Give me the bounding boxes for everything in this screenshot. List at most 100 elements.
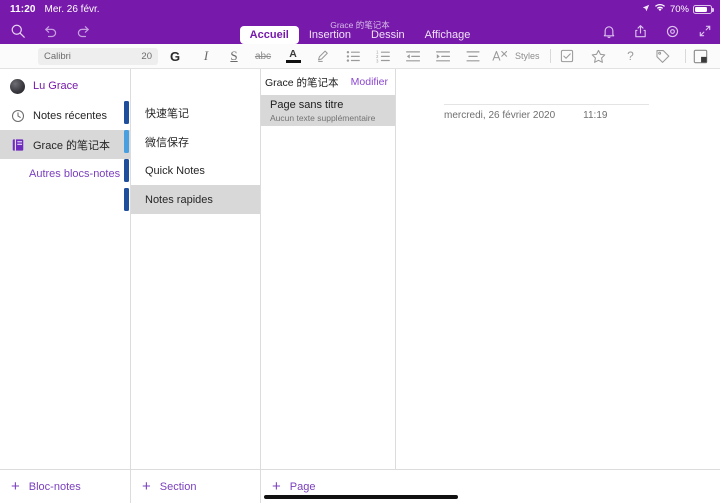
tab-accueil[interactable]: Accueil — [239, 26, 299, 44]
plus-icon: + — [142, 478, 151, 495]
onenote-app-window: 11:20 Mer. 26 févr. 70% Grace 的笔记本 Accue… — [0, 0, 720, 503]
canvas-divider — [444, 104, 649, 105]
underline-button[interactable]: S — [220, 44, 248, 69]
note-time: 11:19 — [583, 110, 608, 121]
avatar — [10, 78, 25, 94]
ribbon-left-icons — [0, 22, 93, 41]
battery-percent: 70% — [669, 3, 689, 15]
account-row[interactable]: Lu Grace — [0, 71, 130, 101]
ribbon-right-icons — [599, 22, 714, 41]
section-color-bar — [124, 159, 129, 182]
section-label: 快速笔记 — [145, 107, 189, 120]
section-color-bar — [124, 130, 129, 153]
undo-icon[interactable] — [41, 22, 60, 41]
status-time: 11:20 — [10, 3, 36, 15]
clear-formatting-icon[interactable] — [488, 44, 512, 69]
section-item-1[interactable]: 微信保存 — [124, 127, 260, 156]
bell-icon[interactable] — [599, 22, 618, 41]
redo-icon[interactable] — [74, 22, 93, 41]
format-toolbar: Calibri 20 G I S abc A 1 2 3 Styles ? — [0, 44, 720, 69]
status-date: Mer. 26 févr. — [44, 3, 100, 15]
plus-icon: + — [272, 478, 281, 495]
underline-label: S — [230, 48, 238, 63]
edit-pages-button[interactable]: Modifier — [351, 76, 388, 88]
wifi-icon — [654, 3, 666, 15]
section-item-0[interactable]: 快速笔记 — [124, 98, 260, 127]
tab-insertion[interactable]: Insertion — [299, 26, 361, 44]
star-icon[interactable] — [583, 44, 615, 69]
tab-dessin[interactable]: Dessin — [361, 26, 415, 44]
font-color-label: A — [289, 48, 297, 60]
add-page-label: Page — [289, 480, 316, 493]
page-list-header: Grace 的笔记本 Modifier — [261, 69, 395, 95]
share-icon[interactable] — [631, 22, 650, 41]
gear-icon[interactable] — [663, 22, 682, 41]
section-item-2[interactable]: Quick Notes — [124, 156, 260, 185]
page-title: Page sans titre — [270, 99, 344, 111]
add-section-label: Section — [159, 480, 197, 493]
other-notebooks-link[interactable]: Autres blocs-notes — [0, 159, 130, 188]
note-metadata: mercredi, 26 février 2020 11:19 — [444, 110, 607, 121]
font-name-value: Calibri — [44, 50, 71, 62]
align-icon[interactable] — [458, 44, 488, 69]
location-arrow-icon — [642, 4, 650, 14]
highlighter-icon[interactable] — [308, 44, 338, 69]
page-list-title: Grace 的笔记本 — [265, 76, 339, 89]
numbered-list-icon[interactable]: 1 2 3 — [368, 44, 398, 69]
home-indicator[interactable] — [264, 495, 458, 499]
increase-indent-icon[interactable] — [428, 44, 458, 69]
add-section-button[interactable]: + Section — [131, 469, 261, 503]
section-list-column: 快速笔记 微信保存 Quick Notes Notes rapides — [124, 69, 261, 469]
italic-label: I — [203, 48, 209, 63]
svg-text:3: 3 — [376, 58, 379, 63]
expand-icon[interactable] — [695, 22, 714, 41]
tab-affichage[interactable]: Affichage — [415, 26, 481, 44]
bold-button[interactable]: G — [158, 44, 192, 69]
status-bar-left: 11:20 Mer. 26 févr. — [0, 4, 100, 15]
strikethrough-button[interactable]: abc — [248, 44, 278, 69]
page-list-column: Grace 的笔记本 Modifier Page sans titre Aucu… — [261, 69, 396, 469]
notebook-icon — [10, 137, 25, 152]
status-bar-right: 70% — [642, 3, 720, 15]
note-canvas[interactable]: mercredi, 26 février 2020 11:19 知乎 @陆六六 — [396, 69, 720, 490]
tag-icon[interactable] — [647, 44, 679, 69]
sticky-note-icon[interactable] — [686, 44, 716, 69]
sidebar-item-label: Grace 的笔记本 — [33, 139, 111, 152]
ribbon-tabs: Accueil Insertion Dessin Affichage — [239, 26, 481, 44]
search-icon[interactable] — [8, 22, 27, 41]
main-body: Lu Grace Notes récentes Grace 的笔记本 Autre… — [0, 69, 720, 490]
section-color-bar — [124, 101, 129, 124]
font-color-swatch — [285, 60, 301, 63]
strikethrough-label: abc — [254, 50, 272, 62]
account-name: Lu Grace — [33, 80, 79, 92]
section-label: 微信保存 — [145, 136, 189, 149]
bottom-action-bar: + Bloc-notes + Section + Page — [0, 469, 720, 503]
decrease-indent-icon[interactable] — [398, 44, 428, 69]
section-label: Quick Notes — [145, 164, 205, 177]
bullet-list-icon[interactable] — [338, 44, 368, 69]
help-icon[interactable]: ? — [615, 44, 647, 69]
add-notebook-label: Bloc-notes — [28, 480, 81, 493]
ribbon-bar: Grace 的笔记本 Accueil Insertion Dessin Affi… — [0, 18, 720, 44]
styles-button[interactable]: Styles — [512, 44, 540, 69]
font-selector[interactable]: Calibri 20 — [38, 47, 158, 65]
styles-label: Styles — [515, 51, 540, 61]
battery-icon — [693, 4, 714, 14]
section-item-3[interactable]: Notes rapides — [124, 185, 260, 214]
add-notebook-button[interactable]: + Bloc-notes — [0, 469, 131, 503]
font-color-button[interactable]: A — [278, 44, 308, 69]
bold-label: G — [169, 48, 181, 64]
notebook-list-column: Lu Grace Notes récentes Grace 的笔记本 Autre… — [0, 69, 131, 469]
plus-icon: + — [11, 478, 20, 495]
list-item[interactable]: Page sans titre Aucun texte supplémentai… — [261, 95, 395, 126]
sidebar-item-label: Notes récentes — [33, 109, 107, 122]
note-date: mercredi, 26 février 2020 — [444, 110, 556, 121]
italic-button[interactable]: I — [192, 44, 220, 69]
section-color-bar — [124, 188, 129, 211]
section-label: Notes rapides — [145, 193, 213, 206]
sidebar-item-grace-notebook[interactable]: Grace 的笔记本 — [0, 130, 130, 159]
ios-status-bar: 11:20 Mer. 26 févr. 70% — [0, 0, 720, 18]
sidebar-item-recent-notes[interactable]: Notes récentes — [0, 101, 130, 130]
clock-icon — [10, 108, 25, 123]
checkbox-icon[interactable] — [551, 44, 583, 69]
